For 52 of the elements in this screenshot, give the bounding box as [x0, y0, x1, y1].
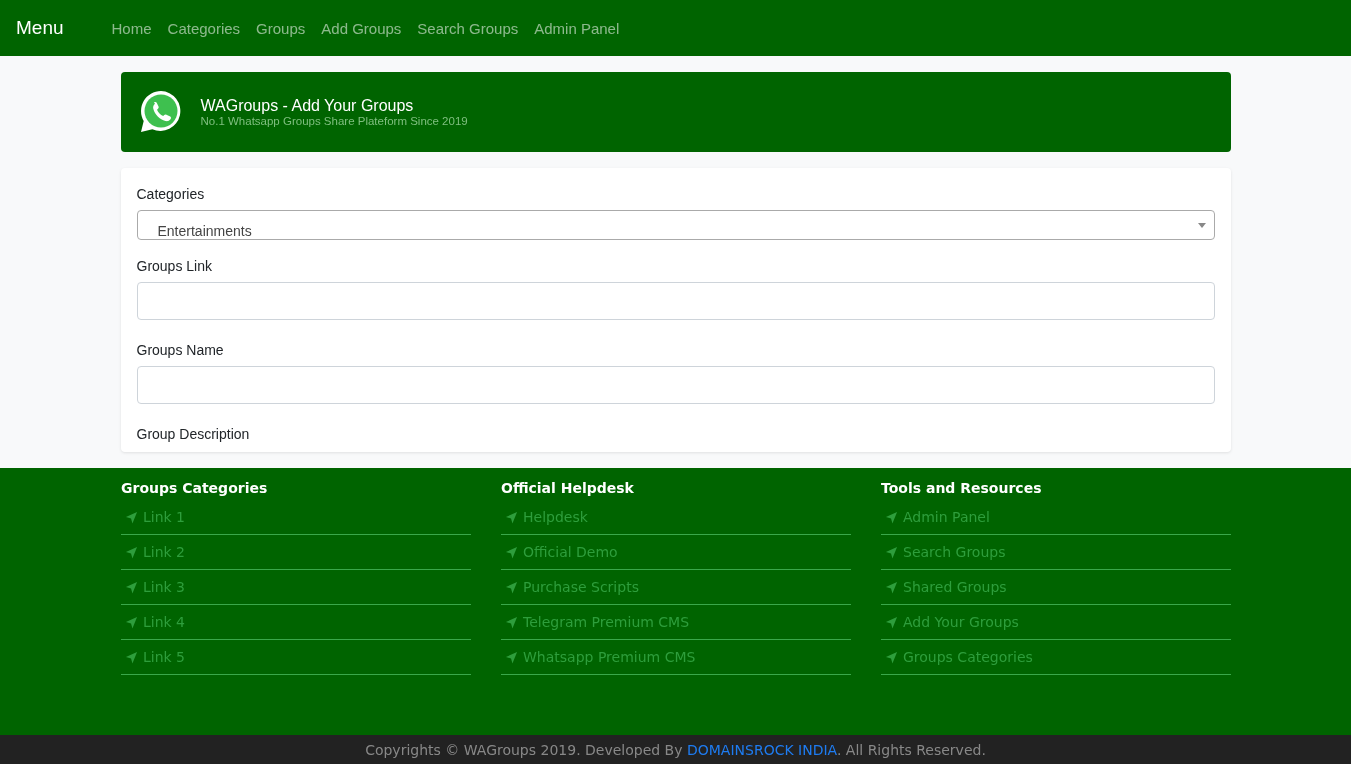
- location-arrow-icon: [505, 510, 518, 524]
- nav-link[interactable]: Categories: [159, 19, 249, 37]
- site-tagline: No.1 Whatsapp Groups Share Plateform Since 2019: [200, 115, 468, 127]
- developer-link[interactable]: DOMAINSROCK INDIA: [686, 741, 837, 758]
- footer-link[interactable]: Groups Categories: [881, 640, 1231, 675]
- nav-link[interactable]: Search Groups: [409, 19, 527, 37]
- footer-link[interactable]: Whatsapp Premium CMS: [501, 640, 851, 675]
- location-arrow-icon: [505, 545, 518, 559]
- nav-link[interactable]: Admin Panel: [526, 19, 628, 37]
- nav-link[interactable]: Home: [103, 19, 160, 37]
- field-label: Group Description: [136, 426, 251, 442]
- category-select[interactable]: Entertainments: [136, 210, 1215, 240]
- footer-link[interactable]: Link 2: [121, 535, 471, 570]
- footer-heading: Official Helpdesk: [501, 480, 635, 496]
- footer-link[interactable]: Shared Groups: [881, 570, 1231, 605]
- input-field[interactable]: [136, 282, 1215, 320]
- location-arrow-icon: [125, 545, 138, 559]
- field-label: Groups Name: [136, 342, 225, 358]
- menu-brand[interactable]: Menu: [16, 17, 64, 39]
- location-arrow-icon: [885, 510, 898, 524]
- footer-link[interactable]: Link 5: [121, 640, 471, 675]
- location-arrow-icon: [125, 650, 138, 664]
- site-title: WAGroups - Add Your Groups: [200, 97, 415, 115]
- footer-link[interactable]: Search Groups: [881, 535, 1231, 570]
- footer-link[interactable]: Link 1: [121, 500, 471, 535]
- caret-icon: [1197, 222, 1206, 228]
- footer-link[interactable]: Telegram Premium CMS: [501, 605, 851, 640]
- input-field[interactable]: [136, 366, 1215, 404]
- location-arrow-icon: [885, 545, 898, 559]
- footer-heading: Tools and Resources: [881, 480, 1043, 496]
- location-arrow-icon: [125, 580, 138, 594]
- footer-heading: Groups Categories: [121, 480, 269, 496]
- copyright-text: Copyrights © WAGroups 2019. Developed By DOMAINSROCK INDIA. All Rights Reserved.: [365, 741, 986, 758]
- location-arrow-icon: [885, 615, 898, 629]
- footer-link[interactable]: Official Demo: [501, 535, 851, 570]
- footer-link[interactable]: Purchase Scripts: [501, 570, 851, 605]
- field-label: Groups Link: [136, 258, 213, 274]
- location-arrow-icon: [125, 510, 138, 524]
- location-arrow-icon: [505, 615, 518, 629]
- location-arrow-icon: [885, 580, 898, 594]
- nav-link[interactable]: Groups: [248, 19, 314, 37]
- location-arrow-icon: [505, 650, 518, 664]
- footer-link[interactable]: Link 3: [121, 570, 471, 605]
- field-label: Categories: [136, 186, 206, 202]
- footer-link[interactable]: Helpdesk: [501, 500, 851, 535]
- location-arrow-icon: [885, 650, 898, 664]
- nav-link[interactable]: Add Groups: [313, 19, 410, 37]
- footer-link[interactable]: Add Your Groups: [881, 605, 1231, 640]
- footer-link[interactable]: Link 4: [121, 605, 471, 640]
- footer-link[interactable]: Admin Panel: [881, 500, 1231, 535]
- location-arrow-icon: [505, 580, 518, 594]
- location-arrow-icon: [125, 615, 138, 629]
